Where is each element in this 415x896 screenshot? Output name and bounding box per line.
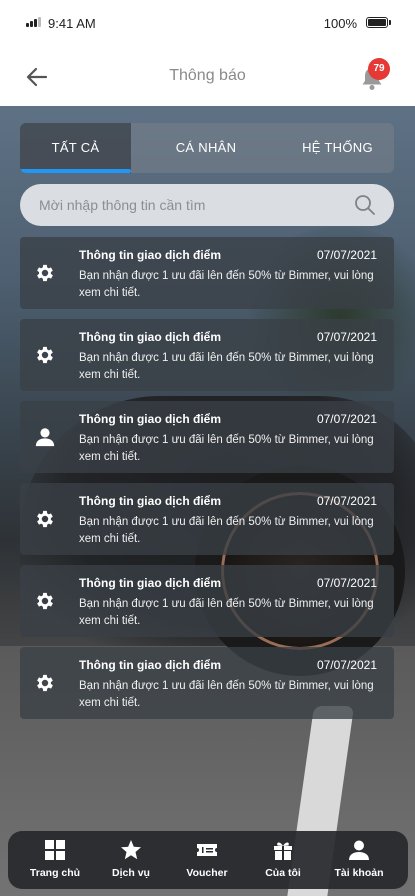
notification-item[interactable]: Thông tin giao dịch điểm 07/07/2021 Bạn … [20,647,394,719]
notification-item[interactable]: Thông tin giao dịch điểm 07/07/2021 Bạn … [20,483,394,555]
notification-title: Thông tin giao dịch điểm [79,330,221,344]
page-title: Thông báo [169,67,246,84]
nav-label: Trang chủ [29,867,81,879]
notification-title: Thông tin giao dịch điểm [79,576,221,590]
gear-icon [37,592,53,610]
notification-body: Bạn nhận được 1 ưu đãi lên đến 50% từ Bi… [79,270,374,299]
notification-date: 07/07/2021 [316,658,377,672]
battery-percent: 100% [323,16,357,31]
user-icon [349,840,369,860]
gear-icon [37,674,53,692]
notification-count-badge: 79 [368,58,390,80]
notification-body: Bạn nhận được 1 ưu đãi lên đến 50% từ Bi… [79,434,374,463]
tab-personal[interactable]: CÁ NHÂN [131,123,281,173]
notification-body: Bạn nhận được 1 ưu đãi lên đến 50% từ Bi… [79,680,374,709]
user-icon [35,428,55,447]
notification-date: 07/07/2021 [316,412,377,426]
grid-icon [45,840,65,860]
notification-date: 07/07/2021 [316,330,377,344]
nav-label: Dịch vụ [112,867,150,879]
notification-title: Thông tin giao dịch điểm [79,412,221,426]
nav-mine[interactable]: Của tôi [243,839,323,885]
nav-label: Của tôi [265,867,301,879]
nav-services[interactable]: Dịch vụ [91,839,171,885]
status-bar: 9:41 AM 100% [0,0,415,48]
notification-body: Bạn nhận được 1 ưu đãi lên đến 50% từ Bi… [79,598,374,627]
tab-label: HỆ THỐNG [302,140,373,155]
tab-label: CÁ NHÂN [175,140,237,155]
notification-date: 07/07/2021 [316,576,377,590]
search-bar [20,184,394,226]
search-input[interactable] [39,184,349,226]
nav-account[interactable]: Tài khoản [319,839,399,885]
nav-voucher[interactable]: Voucher [167,839,247,885]
notification-item[interactable]: Thông tin giao dịch điểm 07/07/2021 Bạn … [20,565,394,637]
star-icon [121,840,141,860]
gear-icon [37,346,53,364]
tab-label: TẤT CẢ [51,140,100,155]
bottom-navigation: Trang chủ Dịch vụ Voucher Của tôi Tài kh… [8,831,408,889]
notification-date: 07/07/2021 [316,248,377,262]
status-time: 9:41 AM [48,16,96,31]
signal-icon [26,17,42,27]
nav-label: Tài khoản [334,867,384,879]
notification-item[interactable]: Thông tin giao dịch điểm 07/07/2021 Bạn … [20,401,394,473]
notification-date: 07/07/2021 [316,494,377,508]
search-icon[interactable] [354,194,376,216]
app-header: Thông báo [0,48,415,106]
active-tab-indicator [20,169,131,173]
notification-title: Thông tin giao dịch điểm [79,494,221,508]
notification-title: Thông tin giao dịch điểm [79,658,221,672]
gift-icon [274,842,292,860]
nav-home[interactable]: Trang chủ [15,839,95,885]
notification-item[interactable]: Thông tin giao dịch điểm 07/07/2021 Bạn … [20,319,394,391]
nav-label: Voucher [186,867,228,879]
gear-icon [37,264,53,282]
tab-system[interactable]: HỆ THỐNG [281,123,394,173]
notification-item[interactable]: Thông tin giao dịch điểm 07/07/2021 Bạn … [20,237,394,309]
filter-tabs: TẤT CẢ CÁ NHÂN HỆ THỐNG [20,123,394,173]
gear-icon [37,510,53,528]
notification-body: Bạn nhận được 1 ưu đãi lên đến 50% từ Bi… [79,516,374,545]
battery-icon [366,17,391,28]
ticket-icon [197,844,217,856]
notification-body: Bạn nhận được 1 ưu đãi lên đến 50% từ Bi… [79,352,374,381]
notification-title: Thông tin giao dịch điểm [79,248,221,262]
tab-all[interactable]: TẤT CẢ [20,123,131,173]
